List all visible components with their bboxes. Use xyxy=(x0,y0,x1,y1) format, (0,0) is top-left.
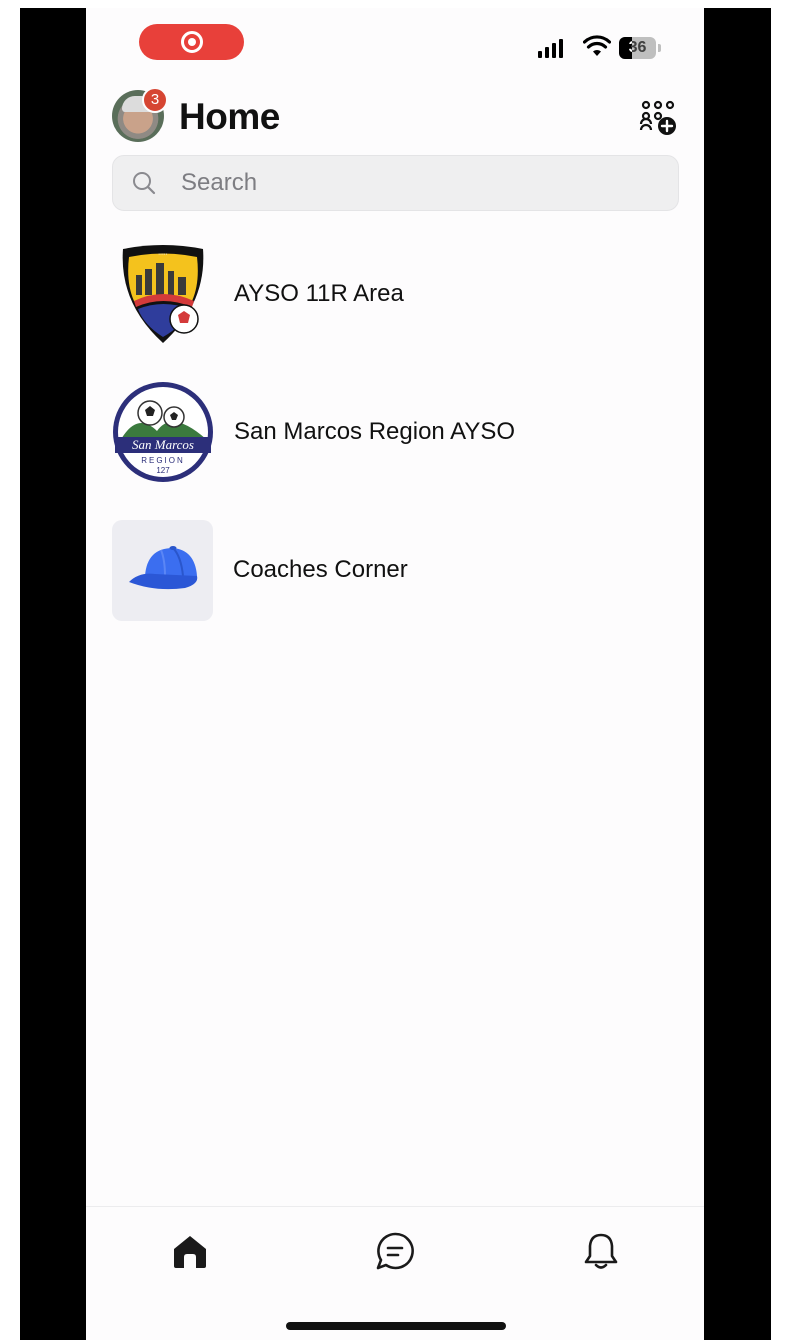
notification-badge: 3 xyxy=(142,87,168,113)
letterbox-left xyxy=(20,8,86,1340)
community-add-icon[interactable] xyxy=(638,100,678,136)
svg-text:·····: ····· xyxy=(158,252,167,258)
record-icon xyxy=(180,31,203,53)
tab-home[interactable] xyxy=(168,1229,212,1273)
tab-chats[interactable] xyxy=(373,1229,417,1273)
group-name: AYSO 11R Area xyxy=(234,280,404,307)
cellular-signal-icon xyxy=(538,38,563,58)
group-item-san-marcos-region-ayso[interactable]: San Marcos REGION 127 San Marcos Region … xyxy=(112,380,672,484)
home-icon xyxy=(174,1236,206,1268)
screen-recording-indicator[interactable] xyxy=(139,24,244,60)
group-avatar-tile xyxy=(112,519,213,621)
bell-icon xyxy=(584,1233,618,1269)
battery-level: 36 xyxy=(628,39,647,56)
group-item-coaches-corner[interactable]: Coaches Corner xyxy=(112,518,672,622)
group-item-ayso-11r-area[interactable]: ····· AYSO 11R Area xyxy=(112,242,672,346)
ayso-shield-logo: ····· xyxy=(122,245,204,343)
logo-text: San Marcos xyxy=(132,437,194,452)
logo-subtext: REGION xyxy=(141,456,185,465)
search-bar[interactable] xyxy=(112,155,679,211)
group-name: San Marcos Region AYSO xyxy=(234,418,516,445)
battery-indicator: 36 xyxy=(619,37,661,59)
search-icon xyxy=(133,172,156,195)
tab-notifications[interactable] xyxy=(579,1229,623,1273)
group-name: Coaches Corner xyxy=(233,556,408,583)
home-indicator[interactable] xyxy=(286,1322,506,1330)
baseball-cap-icon xyxy=(128,546,197,590)
bottom-tab-bar xyxy=(86,1206,704,1340)
chat-bubble-icon xyxy=(376,1232,414,1270)
logo-number: 127 xyxy=(156,466,170,475)
search-input[interactable] xyxy=(181,156,661,210)
wifi-icon xyxy=(583,35,611,56)
san-marcos-region-logo: San Marcos REGION 127 xyxy=(113,382,213,482)
phone-screen: 36 3 Home Search ····· AYSO 11R Area San… xyxy=(86,8,704,1340)
letterbox-right xyxy=(704,8,771,1340)
page-title: Home xyxy=(179,96,280,137)
